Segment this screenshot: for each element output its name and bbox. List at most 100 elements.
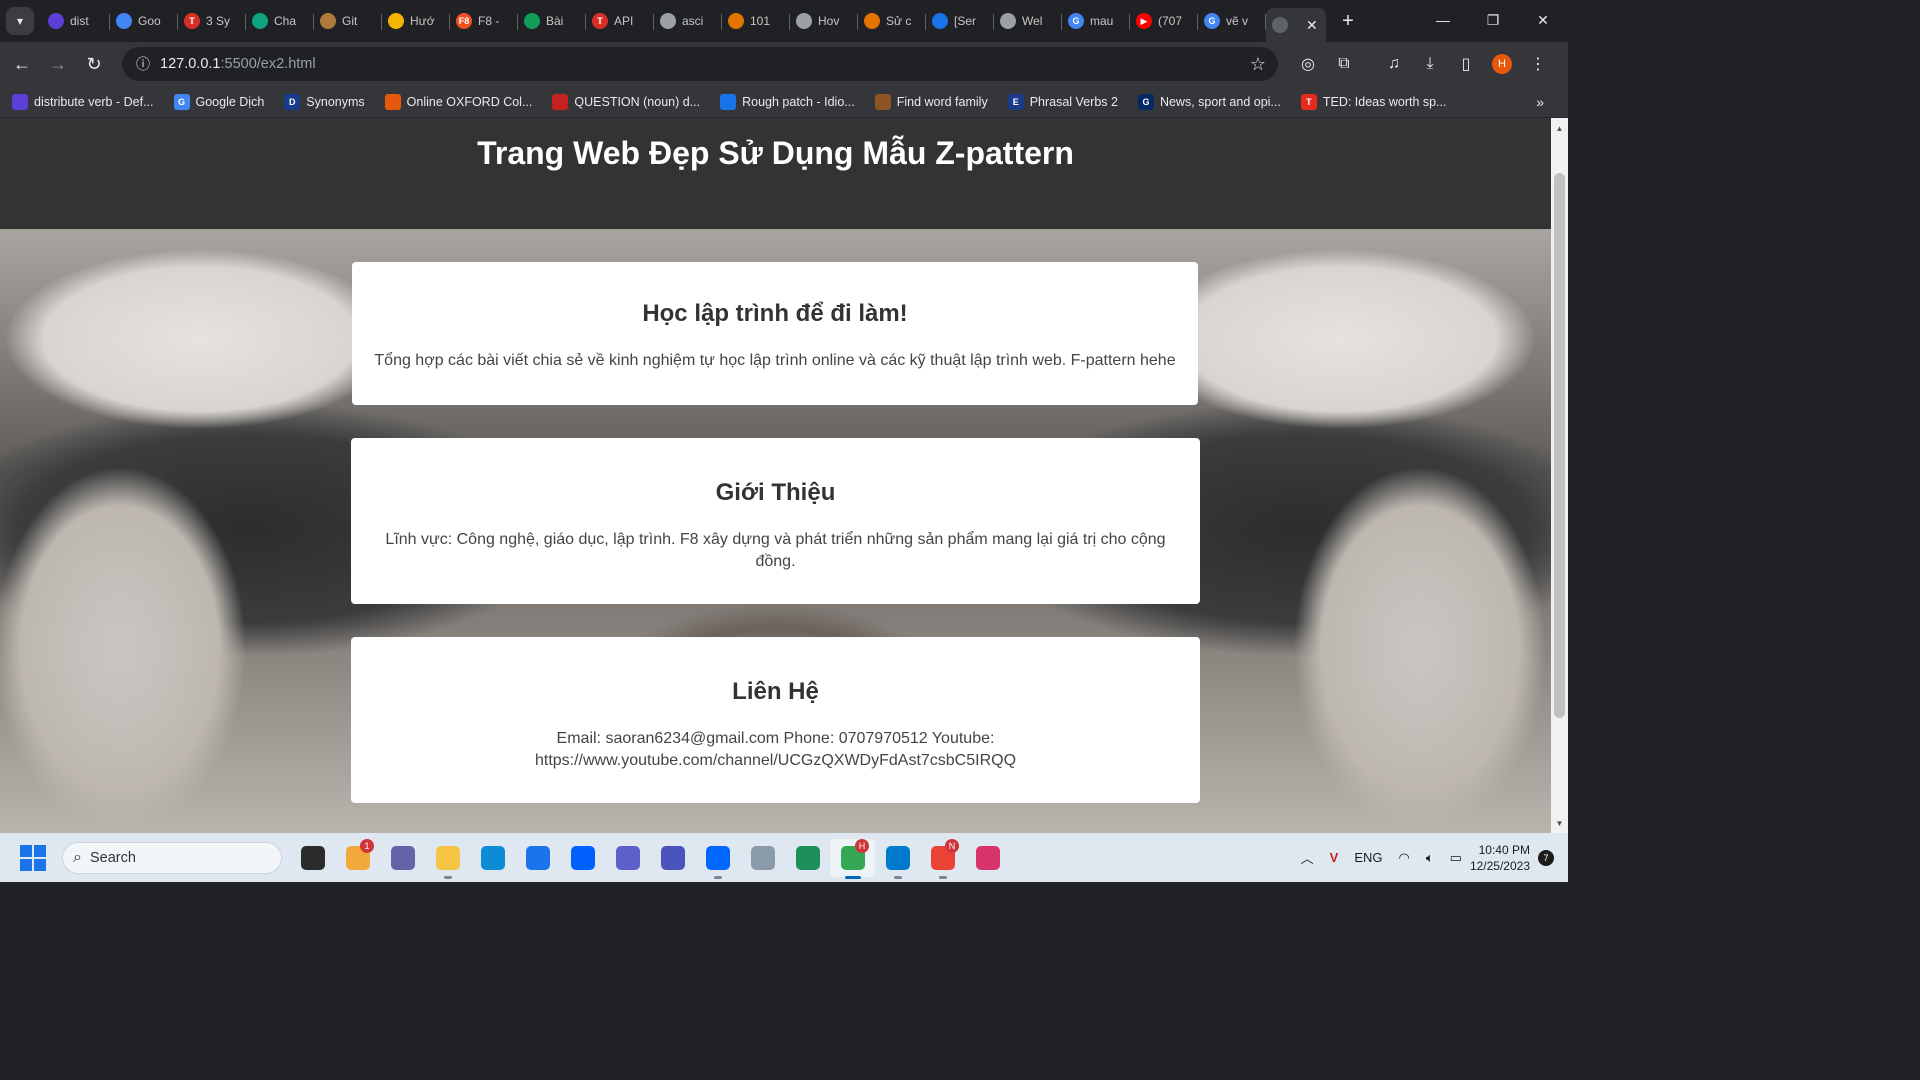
card-title: Liên Hệ (732, 678, 819, 705)
browser-tab[interactable]: ▶ (707 (1130, 4, 1198, 38)
bookmark-favicon-icon (720, 93, 737, 110)
notification-badge[interactable]: 7 (1538, 849, 1554, 866)
side-panel-icon[interactable]: ▯ (1448, 46, 1484, 82)
minimize-button[interactable]: — (1418, 0, 1468, 40)
taskbar-app-monitor[interactable] (785, 839, 830, 877)
new-tab-button[interactable]: + (1334, 7, 1362, 35)
browser-tab[interactable]: Gvẽ v (1198, 4, 1266, 38)
taskbar-app-store[interactable] (515, 839, 560, 877)
menu-icon[interactable]: ⋮ (1520, 46, 1556, 82)
tab-title: asci (682, 14, 704, 28)
performance-icon[interactable]: ◎ (1290, 46, 1326, 82)
tab-favicon-icon (864, 13, 880, 29)
back-button[interactable]: ← (4, 46, 40, 82)
profile-button[interactable]: H (1484, 46, 1520, 82)
taskbar-app-zalo[interactable] (695, 839, 740, 879)
taskbar-app-teams-personal[interactable] (605, 839, 650, 877)
taskbar-search[interactable]: ⌕ Search (62, 842, 282, 874)
vietkey-icon[interactable]: V (1330, 850, 1339, 865)
bookmark-item[interactable]: Rough patch - Idio... (710, 93, 865, 110)
taskbar-app-chrome-h[interactable]: H (830, 839, 875, 879)
bookmark-item[interactable]: Find word family (865, 93, 998, 110)
download-icon[interactable]: ⤓ (1412, 46, 1448, 82)
bookmark-item[interactable]: T TED: Ideas worth sp... (1291, 93, 1457, 110)
browser-tab[interactable]: 101 (722, 4, 790, 38)
bookmark-item[interactable]: G Google Dịch (164, 93, 275, 110)
clock[interactable]: 10:40 PM 12/25/2023 (1470, 842, 1530, 874)
tab-favicon-icon (320, 13, 336, 29)
app-w-icon (975, 846, 1000, 870)
tab-title: Cha (274, 14, 297, 28)
close-window-button[interactable]: ✕ (1518, 0, 1568, 40)
start-button[interactable] (20, 844, 46, 871)
taskbar-app-file-explorer[interactable] (425, 839, 470, 879)
taskbar-app-chrome-n[interactable]: N (920, 839, 965, 879)
browser-tab[interactable]: Goo (110, 4, 178, 38)
battery-icon[interactable]: ▭ (1450, 850, 1462, 866)
restore-button[interactable]: ❐ (1468, 0, 1518, 40)
tab-search-button[interactable]: ▾ (6, 7, 34, 35)
close-tab-icon[interactable]: ✕ (1306, 17, 1318, 34)
browser-tab[interactable]: F8 F8 - (450, 4, 518, 38)
bookmark-item[interactable]: QUESTION (noun) d... (542, 93, 710, 110)
language-indicator[interactable]: ENG (1354, 850, 1382, 865)
page-title: Trang Web Đẹp Sử Dụng Mẫu Z-pattern (477, 135, 1074, 171)
clock-date: 12/25/2023 (1469, 858, 1530, 873)
taskbar-app-settings[interactable] (740, 839, 785, 877)
taskbar-app-teams-work[interactable] (650, 839, 695, 877)
browser-tab[interactable]: Wel (994, 4, 1062, 38)
scroll-down-icon[interactable]: ▼ (1551, 815, 1568, 831)
tab-title: Hướ (410, 14, 435, 28)
url-path: :5500/ex2.html (220, 56, 316, 72)
bookmarks-overflow-icon[interactable]: » (1536, 94, 1544, 110)
volume-icon[interactable]: 🔈︎ (1426, 850, 1434, 866)
browser-tab[interactable]: asci (654, 4, 722, 38)
tab-favicon-icon: G (1068, 13, 1084, 29)
browser-tab[interactable]: Sử c (858, 4, 926, 38)
browser-tab[interactable]: Git (314, 4, 382, 38)
browser-tab[interactable]: Cha (246, 4, 314, 38)
taskbar-app-weather[interactable]: 1 (335, 839, 380, 877)
taskbar-app-dropbox[interactable] (560, 839, 605, 877)
zalo-icon (705, 846, 730, 870)
bookmark-star-icon[interactable]: ☆ (1250, 54, 1266, 75)
bookmark-favicon-icon: G (1137, 93, 1154, 110)
address-bar[interactable]: ⓘ 127.0.0.1:5500/ex2.html ☆ (122, 47, 1278, 81)
task-view-icon (300, 846, 325, 870)
browser-tab[interactable]: Gmau (1062, 4, 1130, 38)
scroll-thumb[interactable] (1554, 173, 1565, 718)
scroll-up-icon[interactable]: ▲ (1551, 120, 1568, 136)
tab-title: Goo (138, 14, 161, 28)
url-host: 127.0.0.1 (160, 56, 221, 72)
browser-tab[interactable]: Bài (518, 4, 586, 38)
browser-tab[interactable]: Hov (790, 4, 858, 38)
bookmark-item[interactable]: D Synonyms (274, 93, 374, 110)
taskbar-app-app-w[interactable] (965, 839, 1010, 877)
tab-title: Hov (818, 14, 840, 28)
taskbar-app-edge[interactable] (470, 839, 515, 877)
browser-tab[interactable]: T API (586, 4, 654, 38)
chevron-up-icon[interactable]: ︿ (1301, 848, 1314, 867)
browser-tab[interactable]: T 3 Sy (178, 4, 246, 38)
browser-tab[interactable]: dist (42, 4, 110, 38)
reload-button[interactable]: ↻ (76, 46, 112, 82)
taskbar-app-vscode[interactable] (875, 839, 920, 879)
browser-tab[interactable]: Hướ (382, 4, 450, 38)
page-scrollbar[interactable]: ▲ ▼ (1551, 118, 1568, 833)
bookmark-item[interactable]: Online OXFORD Col... (375, 93, 543, 110)
bookmark-favicon-icon: D (284, 93, 301, 110)
forward-button[interactable]: → (40, 46, 76, 82)
bookmark-label: Online OXFORD Col... (406, 94, 533, 109)
browser-tab[interactable]: [Ser (926, 4, 994, 38)
bookmark-item[interactable]: G News, sport and opi... (1128, 93, 1291, 110)
forward-arrow-icon: → (49, 53, 67, 74)
media-controls-icon[interactable]: ♫ (1376, 46, 1412, 82)
taskbar-app-task-view[interactable] (290, 839, 335, 877)
extensions-icon[interactable]: ⧉ (1326, 46, 1362, 82)
bookmark-item[interactable]: E Phrasal Verbs 2 (998, 93, 1128, 110)
bookmark-item[interactable]: distribute verb - Def... (2, 93, 164, 110)
taskbar-app-meet[interactable] (380, 839, 425, 877)
site-info-icon[interactable]: ⓘ (126, 54, 160, 74)
active-tab[interactable]: ✕ (1266, 8, 1326, 42)
wifi-icon[interactable]: ◠ (1398, 850, 1409, 866)
